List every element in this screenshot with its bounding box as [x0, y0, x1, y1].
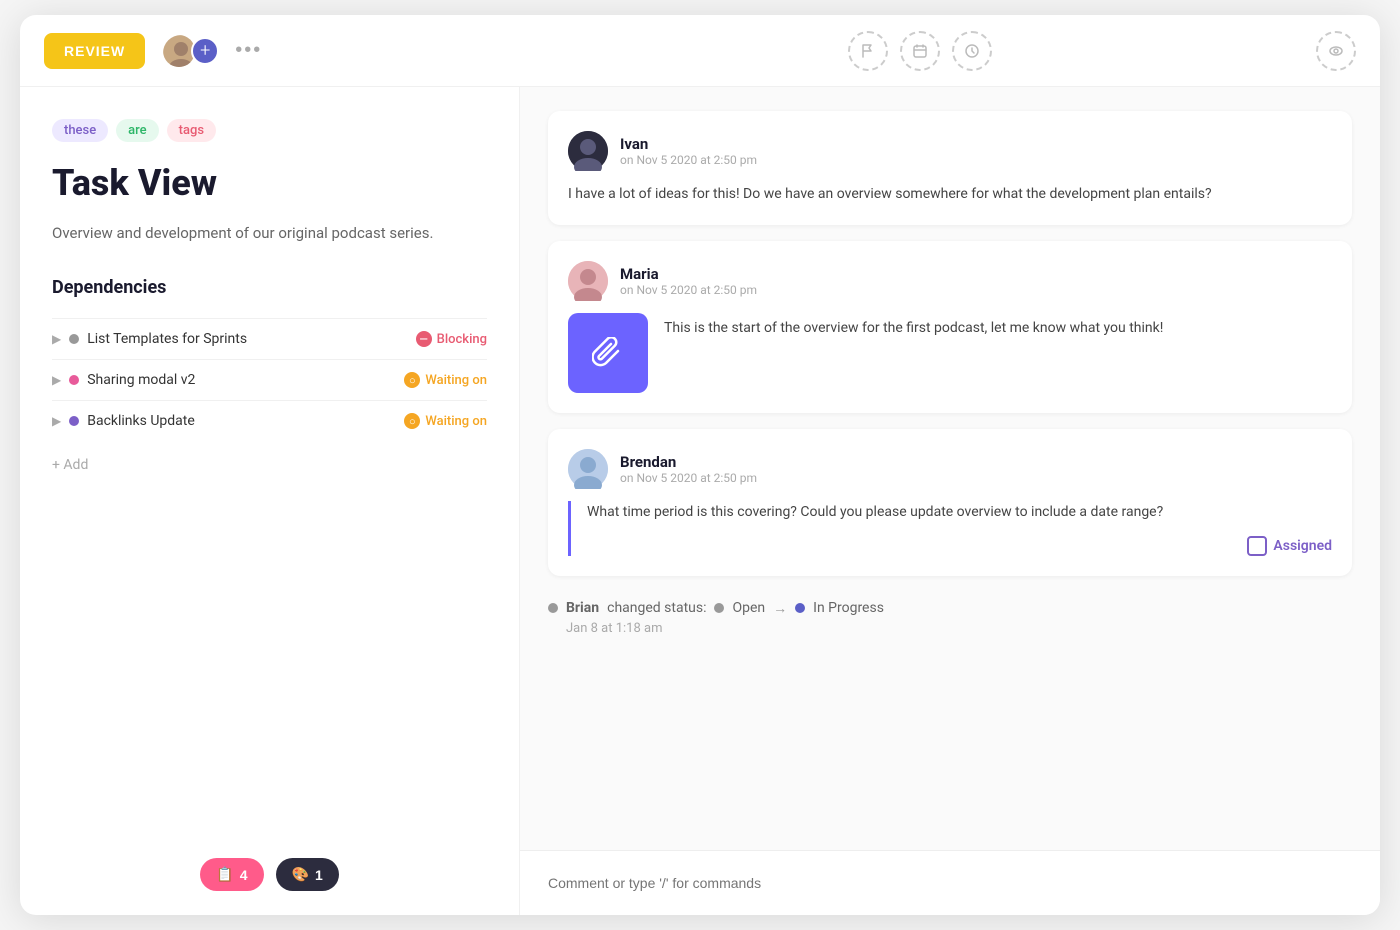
assign-checkbox[interactable] — [1247, 536, 1267, 556]
status-dot-open — [548, 603, 558, 613]
status-to-dot — [795, 603, 805, 613]
dep-badge-waiting-2: ○ Waiting on — [404, 413, 487, 429]
comment-body-maria: This is the start of the overview for th… — [664, 313, 1163, 339]
waiting-label-2: Waiting on — [425, 414, 487, 429]
eye-icon — [1328, 43, 1344, 59]
dep-dot-pink — [69, 375, 79, 385]
add-member-button[interactable]: + — [191, 37, 219, 65]
app-window: REVIEW + ••• — [20, 15, 1380, 915]
comment-input-area — [520, 850, 1380, 915]
comment-header: Maria on Nov 5 2020 at 2:50 pm — [568, 261, 1332, 301]
comment-input[interactable] — [548, 867, 1352, 899]
dep-badge-waiting-1: ○ Waiting on — [404, 372, 487, 388]
review-button[interactable]: REVIEW — [44, 33, 145, 69]
dep-chevron-icon[interactable]: ▶ — [52, 332, 61, 346]
left-panel: these are tags Task View Overview and de… — [20, 87, 520, 915]
dep-badge-blocking: — Blocking — [416, 331, 487, 347]
status-row: Brian changed status: Open → In Progress — [548, 600, 1352, 617]
status-to: In Progress — [813, 600, 884, 616]
top-bar-left: REVIEW + ••• — [44, 33, 544, 69]
dark-tool-count: 1 — [315, 867, 323, 883]
dep-chevron-icon[interactable]: ▶ — [52, 373, 61, 387]
more-options-button[interactable]: ••• — [235, 39, 262, 62]
assign-label: Assigned — [1273, 538, 1332, 554]
status-author: Brian — [566, 600, 599, 616]
status-from-dot — [714, 603, 724, 613]
comment-body-brendan: What time period is this covering? Could… — [587, 501, 1332, 523]
avatar-group: + — [161, 33, 219, 69]
status-from: Open — [732, 600, 765, 616]
bottom-toolbar: 📋 4 🎨 1 — [20, 858, 519, 891]
comments-area: Ivan on Nov 5 2020 at 2:50 pm I have a l… — [520, 87, 1380, 850]
tag-these[interactable]: these — [52, 119, 108, 142]
status-time: Jan 8 at 1:18 am — [566, 621, 1352, 636]
dep-name-0: List Templates for Sprints — [87, 331, 407, 347]
waiting-icon: ○ — [404, 372, 420, 388]
avatar-brendan — [568, 449, 608, 489]
comment-card-ivan: Ivan on Nov 5 2020 at 2:50 pm I have a l… — [548, 111, 1352, 225]
dependencies-title: Dependencies — [52, 277, 487, 298]
dependency-item: ▶ Backlinks Update ○ Waiting on — [52, 400, 487, 441]
task-title: Task View — [52, 162, 487, 205]
flag-button[interactable] — [848, 31, 888, 71]
comment-time-maria: on Nov 5 2020 at 2:50 pm — [620, 283, 757, 297]
paperclip-icon — [592, 337, 624, 369]
avatar-ivan — [568, 131, 608, 171]
comment-meta: Brendan on Nov 5 2020 at 2:50 pm — [620, 453, 757, 485]
comment-author-ivan: Ivan — [620, 135, 757, 153]
clock-button[interactable] — [952, 31, 992, 71]
task-description: Overview and development of our original… — [52, 221, 487, 245]
add-dependency-button[interactable]: + Add — [52, 457, 88, 473]
attachment-preview[interactable] — [568, 313, 648, 393]
tag-are[interactable]: are — [116, 119, 158, 142]
main-content: these are tags Task View Overview and de… — [20, 87, 1380, 915]
top-bar-right — [1296, 31, 1356, 71]
dependency-list: ▶ List Templates for Sprints — Blocking … — [52, 318, 487, 441]
status-change: Brian changed status: Open → In Progress… — [548, 592, 1352, 644]
dependency-item: ▶ Sharing modal v2 ○ Waiting on — [52, 359, 487, 400]
blocking-icon: — — [416, 331, 432, 347]
dep-name-2: Backlinks Update — [87, 413, 396, 429]
comment-card-maria: Maria on Nov 5 2020 at 2:50 pm This is t… — [548, 241, 1352, 413]
comment-card-brendan: Brendan on Nov 5 2020 at 2:50 pm What ti… — [548, 429, 1352, 575]
calendar-button[interactable] — [900, 31, 940, 71]
waiting-icon: ○ — [404, 413, 420, 429]
comment-border-wrapper: What time period is this covering? Could… — [568, 501, 1332, 555]
clock-icon — [964, 43, 980, 59]
dark-tool-button[interactable]: 🎨 1 — [276, 858, 339, 891]
eye-button[interactable] — [1316, 31, 1356, 71]
blocking-label: Blocking — [437, 332, 487, 347]
comment-author-brendan: Brendan — [620, 453, 757, 471]
tag-tags[interactable]: tags — [167, 119, 216, 142]
dep-chevron-icon[interactable]: ▶ — [52, 414, 61, 428]
avatar-maria — [568, 261, 608, 301]
comment-body-maria-wrapper: This is the start of the overview for th… — [568, 313, 1332, 393]
comment-meta: Ivan on Nov 5 2020 at 2:50 pm — [620, 135, 757, 167]
comment-header: Ivan on Nov 5 2020 at 2:50 pm — [568, 131, 1332, 171]
status-text: changed status: — [607, 600, 706, 616]
dark-tool-icon: 🎨 — [292, 866, 309, 883]
pink-tool-button[interactable]: 📋 4 — [200, 858, 263, 891]
pink-tool-count: 4 — [240, 867, 248, 883]
right-panel: Ivan on Nov 5 2020 at 2:50 pm I have a l… — [520, 87, 1380, 915]
top-bar-center — [544, 31, 1296, 71]
pink-tool-icon: 📋 — [216, 866, 233, 883]
dependency-item: ▶ List Templates for Sprints — Blocking — [52, 318, 487, 359]
comment-meta: Maria on Nov 5 2020 at 2:50 pm — [620, 265, 757, 297]
comment-author-maria: Maria — [620, 265, 757, 283]
status-arrow-icon: → — [773, 600, 787, 617]
tags-row: these are tags — [52, 119, 487, 142]
dep-dot-purple — [69, 416, 79, 426]
comment-time-ivan: on Nov 5 2020 at 2:50 pm — [620, 153, 757, 167]
dep-dot-gray — [69, 334, 79, 344]
waiting-label-1: Waiting on — [425, 373, 487, 388]
top-bar: REVIEW + ••• — [20, 15, 1380, 87]
flag-icon — [860, 43, 876, 59]
comment-body-ivan: I have a lot of ideas for this! Do we ha… — [568, 183, 1332, 205]
dep-name-1: Sharing modal v2 — [87, 372, 396, 388]
calendar-icon — [912, 43, 928, 59]
comment-time-brendan: on Nov 5 2020 at 2:50 pm — [620, 471, 757, 485]
comment-header: Brendan on Nov 5 2020 at 2:50 pm — [568, 449, 1332, 489]
assigned-badge: Assigned — [587, 536, 1332, 556]
